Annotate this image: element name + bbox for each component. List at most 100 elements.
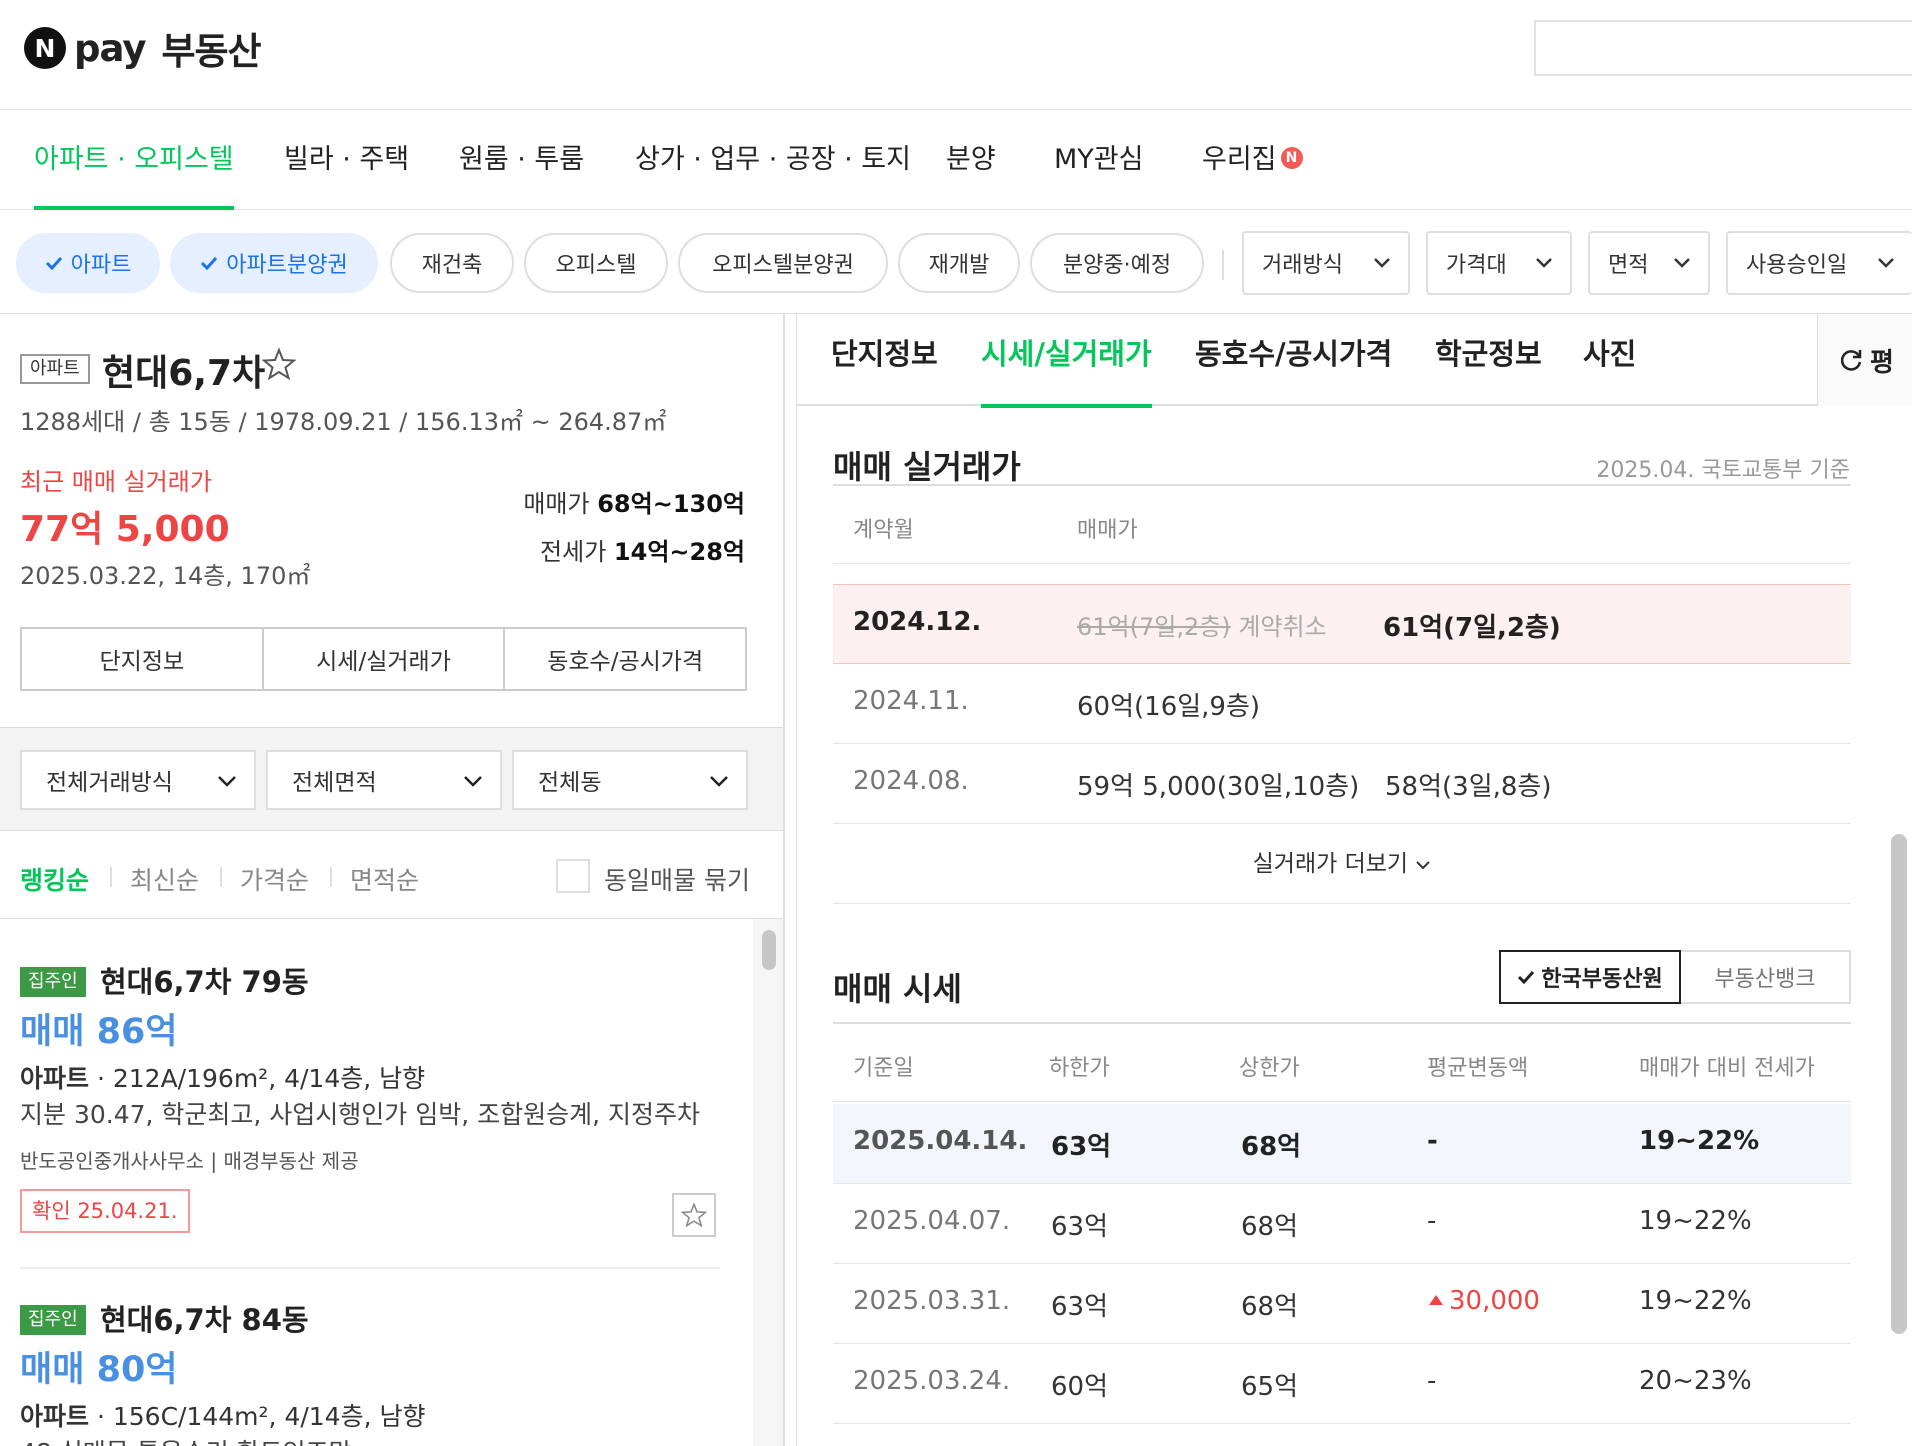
- listing-spec: 아파트 · 156C/144m², 4/14층, 남향: [20, 1402, 426, 1431]
- filter-bar: 아파트 아파트분양권 재건축 오피스텔 오피스텔분양권 재개발 분양중·예정 거…: [0, 210, 1912, 314]
- high-price: 68억: [1241, 1132, 1302, 1162]
- nav-my-home-label: 우리집: [1202, 144, 1277, 175]
- complex-summary: 아파트 현대6,7차 1288세대 / 총 15동 / 1978.09.21 /…: [0, 314, 783, 727]
- tab-price[interactable]: 시세/실거래가: [981, 314, 1152, 408]
- detail-scrollbar[interactable]: [1891, 834, 1907, 1334]
- chip-officetel[interactable]: 오피스텔: [524, 233, 668, 293]
- sort-price[interactable]: 가격순: [240, 861, 309, 897]
- select-trade-type[interactable]: 전체거래방식: [20, 750, 256, 810]
- contract-month: 2024.11.: [853, 686, 969, 716]
- chip-officetel-presale-right[interactable]: 오피스텔분양권: [678, 233, 888, 293]
- base-date: 2025.03.31.: [853, 1286, 1011, 1316]
- filter-divider: [1222, 250, 1224, 280]
- sort-latest[interactable]: 최신순: [130, 861, 199, 897]
- chevron-down-icon: [464, 776, 482, 787]
- market-row: 2025.04.14. 63억 68억 - 19~22%: [833, 1104, 1851, 1184]
- unit-toggle-button[interactable]: 평: [1817, 314, 1912, 406]
- dropdown-area[interactable]: 면적: [1588, 231, 1710, 295]
- listing-scrollbar[interactable]: [762, 930, 776, 970]
- dropdown-price-range[interactable]: 가격대: [1426, 231, 1572, 295]
- listing-favorite-button[interactable]: [672, 1193, 716, 1237]
- select-area[interactable]: 전체면적: [266, 750, 502, 810]
- listing-agent: 반도공인중개사사무소 | 매경부동산 제공: [20, 1149, 359, 1173]
- listing-title: 현대6,7차 79동: [100, 965, 309, 999]
- chip-reconstruction[interactable]: 재건축: [390, 233, 514, 293]
- jeonse-ratio: 19~22%: [1639, 1206, 1752, 1236]
- dropdown-approval-date[interactable]: 사용승인일: [1726, 231, 1912, 295]
- listing-item[interactable]: 집주인 현대6,7차 79동 매매 86억 아파트 · 212A/196m², …: [20, 965, 720, 1267]
- more-actual-price-button[interactable]: 실거래가 더보기: [833, 824, 1851, 904]
- chip-redevelopment[interactable]: 재개발: [898, 233, 1020, 293]
- actual-price-note: 2025.04. 국토교통부 기준: [1596, 458, 1850, 483]
- complex-name: 현대6,7차: [102, 353, 266, 394]
- avg-change: -: [1427, 1206, 1437, 1236]
- listing-price: 매매 80억: [20, 1350, 178, 1390]
- dropdown-trade-type[interactable]: 거래방식: [1242, 231, 1410, 295]
- search-input[interactable]: [1534, 20, 1912, 76]
- contract-month: 2024.08.: [853, 766, 969, 796]
- nav-villa-house[interactable]: 빌라 · 주택: [284, 110, 409, 210]
- chevron-down-icon: [1674, 258, 1690, 268]
- complex-info: 1288세대 / 총 15동 / 1978.09.21 / 156.13㎡ ~ …: [20, 408, 667, 436]
- dropdown-label: 사용승인일: [1746, 253, 1848, 278]
- sort-area[interactable]: 면적순: [350, 861, 419, 897]
- sort-ranking[interactable]: 랭킹순: [20, 861, 89, 897]
- sale-range-value: 68억~130억: [597, 490, 745, 518]
- select-label: 전체거래방식: [46, 770, 173, 796]
- nav-presale[interactable]: 분양: [946, 110, 996, 210]
- header-base-date: 기준일: [853, 1056, 914, 1081]
- listing-description: 48 실매물 특올수리 확트인조망: [20, 1433, 352, 1446]
- detail-tabs: 단지정보 시세/실거래가 동호수/공시가격 학군정보 사진 평: [797, 314, 1912, 408]
- right-panel: 단지정보 시세/실거래가 동호수/공시가격 학군정보 사진 평 매매 실거래가 …: [796, 314, 1912, 1446]
- complex-info-button[interactable]: 단지정보: [22, 629, 264, 689]
- naver-pay-logo[interactable]: N pay 부동산: [24, 25, 262, 73]
- unit-price-button[interactable]: 동호수/공시가격: [505, 629, 745, 689]
- listing-spec-value: 156C/144m², 4/14층, 남향: [112, 1402, 426, 1431]
- actual-row: 2024.11. 60억(16일,9층): [833, 664, 1851, 744]
- tab-photos[interactable]: 사진: [1583, 314, 1636, 406]
- tab-complex-info[interactable]: 단지정보: [831, 314, 938, 406]
- nav-oneroom-tworoom[interactable]: 원룸 · 투룸: [459, 110, 584, 210]
- market-row: 2025.03.24. 60억 65억 - 20~23%: [833, 1344, 1851, 1424]
- tab-unit-price[interactable]: 동호수/공시가격: [1195, 314, 1392, 406]
- chevron-down-icon: [1878, 258, 1894, 268]
- actual-price-title: 매매 실거래가: [833, 448, 1021, 486]
- chip-apartment-presale-right[interactable]: 아파트분양권: [170, 233, 378, 293]
- listing-scroll-track: [753, 919, 783, 1446]
- select-label: 전체동: [538, 770, 602, 796]
- listing-item[interactable]: 집주인 현대6,7차 84동 매매 80억 아파트 · 156C/144m², …: [20, 1303, 720, 1446]
- agent-name[interactable]: 반도공인중개사사무소: [20, 1149, 204, 1173]
- tab-school[interactable]: 학군정보: [1435, 314, 1542, 406]
- base-date: 2025.04.14.: [853, 1126, 1028, 1156]
- base-date: 2025.04.07.: [853, 1206, 1011, 1236]
- star-icon: [681, 1202, 707, 1228]
- high-price: 68억: [1241, 1292, 1299, 1322]
- nav-my-home[interactable]: 우리집 N: [1202, 110, 1303, 210]
- price-history-button[interactable]: 시세/실거래가: [264, 629, 506, 689]
- header-high-price: 상한가: [1239, 1056, 1300, 1081]
- nav-commercial-land[interactable]: 상가 · 업무 · 공장 · 토지: [635, 110, 911, 210]
- header-jeonse-ratio: 매매가 대비 전세가: [1639, 1056, 1815, 1081]
- source-kreb-button[interactable]: 한국부동산원: [1499, 950, 1681, 1004]
- favorite-star-icon[interactable]: [262, 347, 296, 381]
- market-price-title: 매매 시세: [833, 970, 962, 1008]
- sort-separator: [110, 867, 112, 887]
- check-icon: [45, 256, 62, 270]
- more-label: 실거래가 더보기: [1252, 851, 1409, 877]
- group-same-listing-checkbox[interactable]: [556, 859, 590, 893]
- actual-row: 2024.08. 59억 5,000(30일,10층) 58억(3일,8층): [833, 744, 1851, 824]
- nav-my-interest[interactable]: MY관심: [1054, 110, 1143, 210]
- cancel-label: 계약취소: [1238, 613, 1327, 641]
- source-bank-button[interactable]: 부동산뱅크: [1681, 950, 1851, 1004]
- listing-list: 집주인 현대6,7차 79동 매매 86억 아파트 · 212A/196m², …: [0, 919, 783, 1446]
- low-price: 63억: [1051, 1212, 1109, 1242]
- nav-apartment-officetel[interactable]: 아파트 · 오피스텔: [34, 110, 234, 210]
- select-building[interactable]: 전체동: [512, 750, 748, 810]
- jeonse-range-value: 14억~28억: [613, 538, 745, 566]
- chip-presale-upcoming[interactable]: 분양중·예정: [1030, 233, 1204, 293]
- chip-apartment[interactable]: 아파트: [16, 233, 160, 293]
- sale-range-label: 매매가: [523, 490, 590, 518]
- cancelled-price: 61억(7일,2층) 계약취소: [1077, 607, 1327, 642]
- sale-price: 60억(16일,9층): [1077, 692, 1261, 722]
- header-sale-price: 매매가: [1077, 518, 1138, 543]
